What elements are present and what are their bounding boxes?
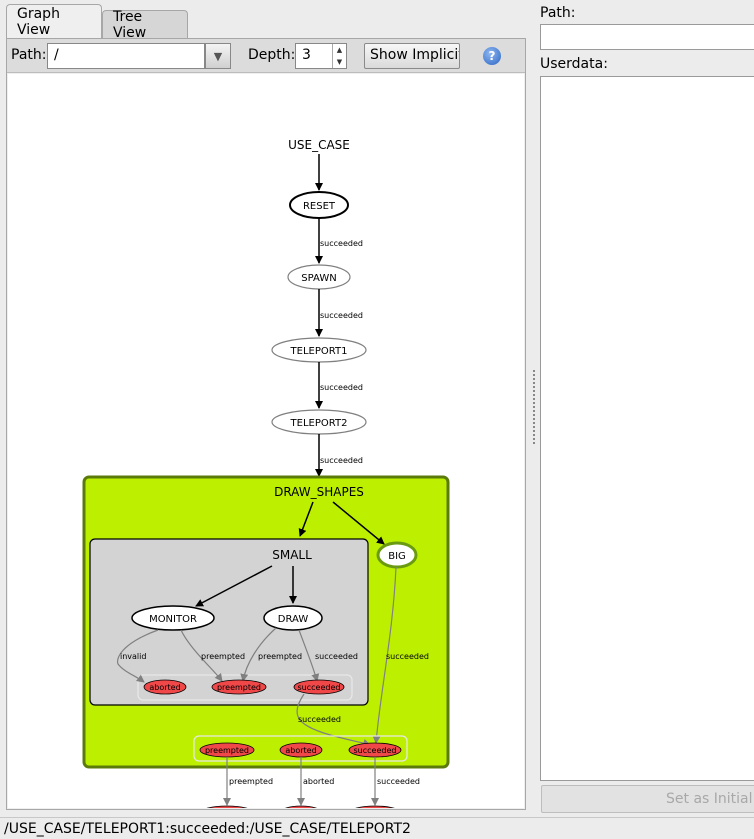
state-draw-label: DRAW xyxy=(278,614,309,625)
state-big-label: BIG xyxy=(388,551,406,562)
right-path-label: Path: xyxy=(540,5,576,21)
edge-teleport1-label: succeeded xyxy=(320,383,363,392)
container-draw-shapes-label: DRAW_SHAPES xyxy=(274,485,364,499)
spin-up-icon[interactable]: ▲ xyxy=(333,44,346,56)
outcome-ds-preempted-label: preempted xyxy=(205,746,249,755)
state-monitor-label: MONITOR xyxy=(149,614,197,625)
depth-label: Depth: xyxy=(248,47,296,63)
outcome-ds-aborted-label: aborted xyxy=(285,746,316,755)
edge-monitor-invalid-label: invalid xyxy=(120,652,146,661)
outcome-ds-succeeded-label: succeeded xyxy=(354,746,397,755)
container-small-label: SMALL xyxy=(272,548,312,562)
state-spawn-label: SPAWN xyxy=(301,273,336,284)
state-machine-graph-canvas[interactable]: USE_CASE RESET succeeded SPAWN succeeded… xyxy=(8,74,524,821)
graph-view-panel: Path: / ▼ Depth: 3 ▲ ▼ Show Implicit ? U… xyxy=(6,38,526,821)
edge-monitor-preempted-label: preempted xyxy=(201,652,245,661)
edge-draw-preempted-label: preempted xyxy=(258,652,302,661)
edge-teleport2-label: succeeded xyxy=(320,456,363,465)
panel-splitter-handle[interactable] xyxy=(531,368,537,448)
chevron-down-icon: ▼ xyxy=(213,49,223,63)
state-teleport2-label: TELEPORT2 xyxy=(290,418,348,429)
edge-out-preempted-label: preempted xyxy=(229,777,273,786)
set-initial-state-button[interactable]: Set as Initial State xyxy=(541,785,754,813)
edge-spawn-label: succeeded xyxy=(320,311,363,320)
edge-reset-label: succeeded xyxy=(320,239,363,248)
tab-graph-view[interactable]: Graph View xyxy=(6,4,102,38)
userdata-label: Userdata: xyxy=(540,56,608,72)
outcome-top-preempted[interactable] xyxy=(199,805,255,821)
depth-spinbox[interactable]: 3 ▲ ▼ xyxy=(295,43,347,69)
path-combo-input[interactable]: / xyxy=(47,43,205,69)
edge-draw-succeeded-label: succeeded xyxy=(315,652,358,661)
help-icon[interactable]: ? xyxy=(483,47,501,65)
outcome-small-aborted-label: aborted xyxy=(149,683,180,692)
state-path-field[interactable] xyxy=(540,24,754,50)
state-graph-svg: USE_CASE RESET succeeded SPAWN succeeded… xyxy=(82,138,450,821)
tab-tree-view[interactable]: Tree View xyxy=(102,9,188,41)
edge-out-succeeded-label: succeeded xyxy=(377,777,420,786)
depth-value: 3 xyxy=(302,47,311,63)
path-dropdown-button[interactable]: ▼ xyxy=(205,43,231,69)
edge-big-succeeded-label: succeeded xyxy=(386,652,429,661)
root-label: USE_CASE xyxy=(288,138,350,152)
depth-stepper[interactable]: ▲ ▼ xyxy=(332,44,346,68)
edge-small-succeeded-label: succeeded xyxy=(298,715,341,724)
spin-down-icon[interactable]: ▼ xyxy=(333,56,346,68)
userdata-text-area[interactable] xyxy=(540,76,754,781)
show-implicit-button[interactable]: Show Implicit xyxy=(364,43,460,69)
status-bar: /USE_CASE/TELEPORT1:succeeded:/USE_CASE/… xyxy=(0,817,754,839)
outcome-small-preempted-label: preempted xyxy=(217,683,261,692)
outcome-top-aborted[interactable] xyxy=(279,805,323,821)
graph-toolbar: Path: / ▼ Depth: 3 ▲ ▼ Show Implicit ? xyxy=(7,39,525,73)
outcome-top-succeeded[interactable] xyxy=(348,805,402,821)
edge-out-aborted-label: aborted xyxy=(303,777,334,786)
state-teleport1-label: TELEPORT1 xyxy=(290,346,348,357)
state-reset-label: RESET xyxy=(303,201,336,212)
outcome-small-succeeded-label: succeeded xyxy=(298,683,341,692)
path-label: Path: xyxy=(11,47,47,63)
